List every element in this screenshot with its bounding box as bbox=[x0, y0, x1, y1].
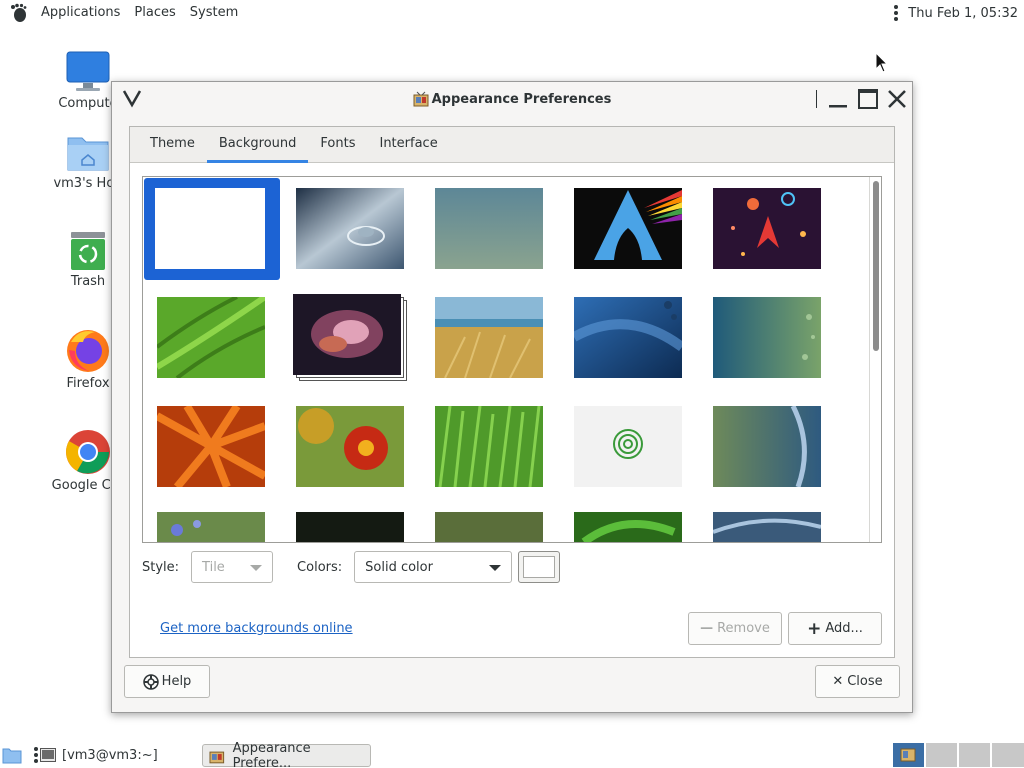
wallpaper-teal-blur[interactable] bbox=[435, 188, 543, 269]
remove-button-label: Remove bbox=[717, 621, 770, 636]
menu-system[interactable]: System bbox=[183, 0, 245, 26]
primary-color-button[interactable] bbox=[518, 551, 561, 583]
menu-places[interactable]: Places bbox=[127, 0, 182, 26]
terminal-icon bbox=[40, 748, 56, 762]
style-dropdown[interactable]: Tile bbox=[191, 551, 274, 583]
close-button-label: Close bbox=[847, 674, 883, 689]
close-button[interactable]: ✕ Close bbox=[815, 665, 900, 698]
panel-handle-icon[interactable] bbox=[888, 3, 904, 23]
help-button[interactable]: Help bbox=[124, 665, 210, 698]
minus-icon: — bbox=[700, 621, 714, 636]
desktop-icon-label: Compute bbox=[58, 96, 118, 111]
desktop-icon-label: Trash bbox=[70, 274, 106, 289]
wallpaper-teal-wave[interactable] bbox=[713, 406, 821, 487]
wallpaper-green-leaf[interactable] bbox=[157, 297, 265, 378]
mouse-cursor-icon bbox=[875, 52, 889, 73]
wallpaper-space-rocket[interactable] bbox=[713, 188, 821, 269]
tab-interface[interactable]: Interface bbox=[367, 126, 449, 162]
window-title: Appearance Preferences bbox=[431, 91, 612, 107]
chrome-icon bbox=[66, 430, 110, 474]
style-color-row: Style: Tile Colors: Solid color bbox=[142, 550, 882, 584]
wallpaper-orange-flower[interactable] bbox=[157, 406, 265, 487]
workspace-1[interactable] bbox=[893, 743, 924, 767]
tab-bar: Theme Background Fonts Interface bbox=[130, 127, 894, 163]
bottom-taskbar: [vm3@vm3:~] Appearance Prefere... bbox=[0, 740, 1024, 768]
home-folder-icon bbox=[67, 137, 109, 171]
taskbar-terminal-item[interactable]: [vm3@vm3:~] bbox=[40, 742, 158, 768]
close-x-icon: ✕ bbox=[832, 674, 844, 689]
maximize-icon[interactable] bbox=[856, 87, 880, 111]
wallpaper-green-grass[interactable] bbox=[435, 406, 543, 487]
wallpaper-leaf-drops-partial[interactable] bbox=[574, 512, 682, 542]
titlebar-separator bbox=[816, 90, 817, 108]
style-dropdown-value: Tile bbox=[202, 559, 225, 575]
window-titlebar[interactable]: Appearance Preferences bbox=[112, 82, 912, 116]
computer-icon bbox=[66, 51, 110, 91]
workspace-3[interactable] bbox=[959, 743, 990, 767]
menu-applications[interactable]: Applications bbox=[34, 0, 127, 26]
wallpaper-flowers-partial[interactable] bbox=[157, 512, 265, 542]
grid-scrollbar-thumb[interactable] bbox=[873, 181, 879, 351]
window-menu-icon[interactable] bbox=[122, 88, 142, 108]
wallpaper-red-marigold[interactable] bbox=[296, 406, 404, 487]
style-label: Style: bbox=[142, 559, 180, 575]
appearance-app-icon bbox=[413, 91, 429, 107]
desktop-icon-label: Firefox bbox=[66, 376, 110, 391]
workspace-4[interactable] bbox=[992, 743, 1024, 767]
wallpaper-dark-partial[interactable] bbox=[296, 512, 404, 542]
wallpaper-blank-selected[interactable] bbox=[144, 178, 280, 280]
appearance-app-icon bbox=[209, 751, 225, 763]
minimize-icon[interactable] bbox=[826, 87, 850, 111]
add-button[interactable]: + Add... bbox=[788, 612, 882, 645]
trash-icon bbox=[71, 232, 105, 270]
wallpaper-nebula[interactable] bbox=[293, 294, 407, 381]
grid-scrollbar[interactable] bbox=[869, 177, 881, 542]
tab-theme[interactable]: Theme bbox=[138, 126, 207, 162]
help-lifebuoy-icon bbox=[142, 673, 159, 690]
wallpaper-teal-bokeh[interactable] bbox=[713, 297, 821, 378]
remove-button[interactable]: — Remove bbox=[688, 612, 782, 645]
wallpaper-olive-partial[interactable] bbox=[435, 512, 543, 542]
add-button-label: Add... bbox=[825, 621, 863, 636]
workspace-2[interactable] bbox=[926, 743, 957, 767]
wallpaper-prism-logo[interactable] bbox=[574, 188, 682, 269]
appearance-preferences-window: Appearance Preferences Theme Background … bbox=[111, 81, 913, 713]
terminal-task-label: [vm3@vm3:~] bbox=[62, 747, 158, 763]
gnome-foot-icon[interactable] bbox=[8, 2, 30, 24]
chevron-down-icon bbox=[489, 565, 502, 571]
wallpaper-spiral-logo[interactable] bbox=[574, 406, 682, 487]
taskbar-appearance-item[interactable]: Appearance Prefere... bbox=[202, 740, 371, 768]
show-desktop-icon[interactable] bbox=[2, 742, 22, 768]
color-swatch bbox=[523, 556, 556, 578]
firefox-icon bbox=[67, 330, 109, 372]
preferences-notebook: Theme Background Fonts Interface Style: … bbox=[129, 126, 895, 658]
wallpaper-blue-wave-partial[interactable] bbox=[713, 512, 821, 542]
appearance-task-label: Appearance Prefere... bbox=[232, 740, 311, 768]
wallpaper-grid[interactable] bbox=[142, 176, 882, 543]
clock[interactable]: Thu Feb 1, 05:32 bbox=[908, 6, 1018, 21]
wallpaper-beach-grass[interactable] bbox=[435, 297, 543, 378]
colors-dropdown[interactable]: Solid color bbox=[354, 551, 513, 583]
colors-label: Colors: bbox=[297, 559, 343, 575]
tab-background[interactable]: Background bbox=[206, 126, 309, 163]
tab-fonts[interactable]: Fonts bbox=[308, 126, 367, 162]
wallpaper-blue-drops[interactable] bbox=[574, 297, 682, 378]
close-window-icon[interactable] bbox=[885, 87, 909, 111]
plus-icon: + bbox=[807, 618, 822, 639]
help-button-label: Help bbox=[161, 674, 192, 689]
chevron-down-icon bbox=[250, 565, 263, 571]
wallpaper-water-drop[interactable] bbox=[296, 188, 404, 269]
colors-dropdown-value: Solid color bbox=[365, 559, 433, 575]
more-backgrounds-link[interactable]: Get more backgrounds online bbox=[160, 621, 353, 636]
top-panel: Applications Places System Thu Feb 1, 05… bbox=[0, 0, 1024, 26]
